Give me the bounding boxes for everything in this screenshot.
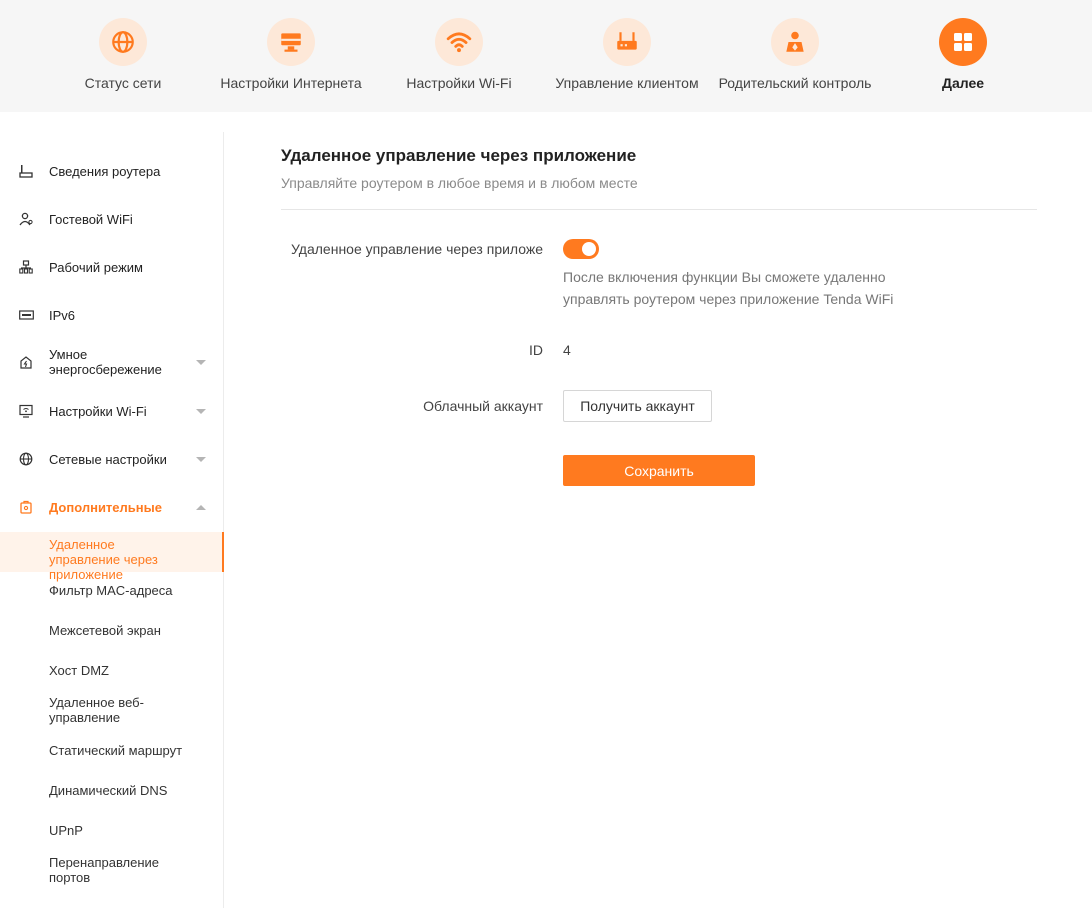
sidebar-subitem-label: UPnP <box>49 823 83 838</box>
chevron-up-icon <box>196 504 206 510</box>
sidebar-item-label: IPv6 <box>49 307 76 323</box>
nav-label: Настройки Wi-Fi <box>406 75 512 91</box>
sidebar-item-network-settings[interactable]: Сетевые настройки <box>0 444 224 474</box>
grid-icon <box>939 18 987 66</box>
sidebar-subitem-upnp[interactable]: UPnP <box>0 814 224 846</box>
sidebar-subitem-label: Межсетевой экран <box>49 623 161 638</box>
id-label: ID <box>529 342 543 358</box>
sidebar-subitem-label: Удаленное веб-управление <box>49 695 144 725</box>
nav-label: Далее <box>941 75 985 91</box>
sidebar-subitem-firewall[interactable]: Межсетевой экран <box>0 614 224 646</box>
router-icon <box>603 18 651 66</box>
monitor-icon <box>267 18 315 66</box>
page-subtitle: Управляйте роутером в любое время и в лю… <box>281 175 638 191</box>
nav-label: Управление клиентом <box>555 75 699 91</box>
sidebar-item-label: Сетевые настройки <box>49 451 167 467</box>
sidebar-subitem-app-remote-management[interactable]: Удаленное управление через приложение <box>0 532 224 582</box>
save-button[interactable]: Сохранить <box>563 455 755 486</box>
nav-label: Родительский контроль <box>718 75 872 91</box>
remote-app-toggle[interactable] <box>563 239 599 259</box>
parental-icon <box>771 18 819 66</box>
sidebar-item-guest-wifi[interactable]: Гостевой WiFi <box>0 204 224 234</box>
nav-network-status[interactable]: Статус сети <box>38 18 208 108</box>
nav-label: Статус сети <box>84 75 162 91</box>
sidebar-subitem-label: Динамический DNS <box>49 783 168 798</box>
network-icon <box>18 451 34 467</box>
sidebar-item-label: Гостевой WiFi <box>49 211 133 227</box>
sidebar-subitem-remote-web-management[interactable]: Удаленное веб-управление <box>0 692 224 732</box>
nav-internet-settings[interactable]: Настройки Интернета <box>206 18 376 108</box>
sidebar-item-label: Рабочий режим <box>49 259 143 275</box>
toggle-knob <box>582 242 596 256</box>
sidebar-subitem-static-route[interactable]: Статический маршрут <box>0 734 224 766</box>
sidebar-subitem-ddns[interactable]: Динамический DNS <box>0 774 224 806</box>
sidebar-item-router-info[interactable]: Сведения роутера <box>0 156 224 186</box>
nav-parental-control[interactable]: Родительский контроль <box>710 18 880 108</box>
remote-app-toggle-label: Удаленное управление через приложение <box>291 241 543 257</box>
nav-label: Настройки Интернета <box>220 75 362 91</box>
sidebar-subitem-port-forwarding[interactable]: Перенаправление портов <box>0 852 224 892</box>
remote-app-hint: После включения функции Вы сможете удале… <box>563 269 894 307</box>
sidebar: Сведения роутера Гостевой WiFi Рабочий р… <box>0 132 224 908</box>
nav-client-management[interactable]: Управление клиентом <box>542 18 712 108</box>
sidebar-item-label: Настройки Wi-Fi <box>49 403 147 419</box>
chevron-down-icon <box>196 456 206 462</box>
guest-icon <box>18 211 34 227</box>
sidebar-subitem-label: Перенаправление портов <box>49 855 160 885</box>
page-title: Удаленное управление через приложение <box>281 146 637 165</box>
wifi-icon <box>435 18 483 66</box>
sidebar-item-wifi-settings[interactable]: Настройки Wi-Fi <box>0 396 224 426</box>
top-navigation: Статус сети Настройки Интернета Настройк… <box>0 0 1092 112</box>
get-account-button[interactable]: Получить аккаунт <box>563 390 712 422</box>
sidebar-subitem-label: Хост DMZ <box>49 663 109 678</box>
sidebar-subitem-dmz-host[interactable]: Хост DMZ <box>0 654 224 686</box>
cloud-account-label: Облачный аккаунт <box>423 398 543 414</box>
sidebar-item-advanced[interactable]: Дополнительные <box>0 492 224 522</box>
sidebar-subitem-label: Фильтр MAC-адреса <box>49 583 173 598</box>
sidebar-item-label: Дополнительные <box>49 499 162 515</box>
nav-wifi-settings[interactable]: Настройки Wi-Fi <box>374 18 544 108</box>
sidebar-item-energy-saving[interactable]: Умное энергосбережение <box>0 346 224 378</box>
chevron-down-icon <box>196 408 206 414</box>
sidebar-subitem-label: Статический маршрут <box>49 743 183 758</box>
sidebar-subitem-mac-filter[interactable]: Фильтр MAC-адреса <box>0 574 224 606</box>
sidebar-item-label: Умное энергосбережение <box>49 347 162 377</box>
nav-more[interactable]: Далее <box>878 18 1048 108</box>
chevron-down-icon <box>196 359 206 365</box>
sidebar-item-label: Сведения роутера <box>49 163 161 179</box>
wifi-settings-icon <box>18 403 34 419</box>
ipv6-icon <box>18 307 34 323</box>
energy-icon <box>18 354 34 370</box>
divider <box>281 209 1037 210</box>
id-value: 4 <box>563 342 571 358</box>
globe-icon <box>99 18 147 66</box>
advanced-icon <box>18 499 34 515</box>
mode-icon <box>18 259 34 275</box>
sidebar-item-work-mode[interactable]: Рабочий режим <box>0 252 224 282</box>
router-info-icon <box>18 163 34 179</box>
sidebar-item-ipv6[interactable]: IPv6 <box>0 300 224 330</box>
